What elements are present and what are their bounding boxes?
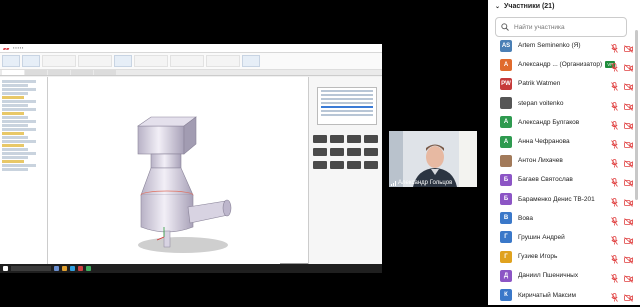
shared-screen: ▰▰ ▪ ▪ ▪ ▪ ▪ — [0, 44, 382, 273]
participant-row[interactable]: А Анна Чефранова — [488, 132, 633, 151]
participant-name: Гузиев Игорь — [518, 253, 558, 261]
participants-panel: ⌄ Участники (21) Найти участника AS Artem… — [488, 0, 640, 305]
avatar: Д — [500, 269, 512, 282]
avatar: Г — [500, 231, 512, 244]
avatar: А — [500, 58, 512, 71]
participant-name-label: Александр Гольцов — [391, 180, 452, 186]
menu-bar: ▪ ▪ ▪ ▪ ▪ — [13, 46, 24, 50]
participant-row[interactable]: А Александр Булгаков — [488, 113, 633, 132]
solidworks-body — [0, 77, 382, 273]
avatar: В — [500, 212, 512, 225]
ribbon-group — [170, 55, 204, 67]
command-tab — [71, 70, 93, 75]
participant-row[interactable]: AS Artem Seminenko (Я) — [488, 36, 633, 55]
avatar: К — [500, 289, 512, 302]
avatar: PW — [500, 77, 512, 90]
participant-video-tile[interactable]: Александр Гольцов — [389, 131, 477, 187]
participant-row[interactable]: Б Багаев Святослав — [488, 170, 633, 189]
chevron-down-icon[interactable]: ⌄ — [495, 3, 500, 10]
taskbar-icon — [62, 266, 67, 271]
participant-name: Багаев Святослав — [518, 176, 573, 184]
avatar — [500, 154, 512, 167]
feature-tree — [0, 77, 48, 264]
participant-row[interactable]: Д Даниил Пшеничных — [488, 266, 633, 285]
avatar: А — [500, 135, 512, 148]
taskbar-icon — [70, 266, 75, 271]
solidworks-titlebar: ▰▰ ▪ ▪ ▪ ▪ ▪ — [0, 44, 382, 53]
participant-row[interactable]: stepan voitenko — [488, 94, 633, 113]
participant-name: Artem Seminenko (Я) — [518, 42, 581, 50]
audio-level-icon — [391, 180, 396, 186]
participants-header[interactable]: ⌄ Участники (21) — [488, 0, 640, 12]
participant-name: Даниил Пшеничных — [518, 272, 579, 280]
participant-row[interactable]: Антон Лихачев — [488, 151, 633, 170]
windows-start-icon — [3, 266, 8, 271]
search-icon — [501, 23, 509, 31]
avatar: А — [500, 116, 512, 129]
participant-name: Вова — [518, 214, 533, 222]
ribbon-group — [206, 55, 240, 67]
taskbar-icon — [86, 266, 91, 271]
participant-name: Александр Булгаков — [518, 118, 580, 126]
participant-name: Антон Лихачев — [518, 157, 563, 165]
participant-row[interactable]: К Киричатый Максим — [488, 285, 633, 304]
participant-row[interactable]: В Вова — [488, 209, 633, 228]
ribbon-button — [114, 55, 132, 67]
participant-row[interactable]: А Александр ... (Организатор) VR — [488, 55, 633, 74]
participant-name: Бараменко Денис ТВ-201 — [518, 195, 595, 203]
participant-name: Patrik Watmen — [518, 80, 561, 88]
solidworks-logo: ▰▰ — [3, 45, 10, 51]
ribbon-group — [42, 55, 76, 67]
3d-model — [137, 116, 232, 253]
command-tab — [25, 70, 47, 75]
mic-off-icon[interactable] — [611, 289, 618, 307]
participant-row[interactable]: Б Бараменко Денис ТВ-201 — [488, 190, 633, 209]
scrollbar[interactable] — [635, 30, 638, 200]
windows-taskbar — [0, 264, 382, 273]
participants-list: AS Artem Seminenko (Я) А Александр ... (Орг… — [488, 36, 633, 305]
participant-name: Киричатый Максим — [518, 291, 576, 299]
participant-row[interactable]: Г Грушин Андрей — [488, 228, 633, 247]
search-placeholder: Найти участника — [514, 23, 565, 31]
participant-name: Александр ... (Организатор) — [518, 61, 603, 69]
taskbar-search — [11, 266, 51, 271]
task-pane — [308, 77, 382, 264]
taskbar-icon — [78, 266, 83, 271]
3d-viewport[interactable] — [48, 77, 344, 273]
ribbon-button — [242, 55, 260, 67]
command-tab — [2, 70, 24, 75]
meeting-stage: ▰▰ ▪ ▪ ▪ ▪ ▪ Александр Гольцов — [0, 0, 488, 305]
avatar: AS — [500, 39, 512, 52]
command-ribbon — [0, 53, 382, 70]
avatar — [500, 97, 512, 110]
ribbon-button — [2, 55, 20, 67]
avatar: Г — [500, 250, 512, 263]
participant-name: Анна Чефранова — [518, 138, 570, 146]
participant-video-frame — [389, 131, 477, 187]
avatar: Б — [500, 173, 512, 186]
participants-title: Участники (21) — [504, 2, 555, 10]
ribbon-group — [134, 55, 168, 67]
participant-row[interactable]: Г Гузиев Игорь — [488, 247, 633, 266]
camera-off-icon[interactable] — [624, 289, 633, 307]
command-tab — [48, 70, 70, 75]
ribbon-group — [78, 55, 112, 67]
participant-name: stepan voitenko — [518, 99, 564, 107]
participant-row[interactable]: PW Patrik Watmen — [488, 74, 633, 93]
avatar: Б — [500, 193, 512, 206]
task-pane-list — [317, 87, 377, 125]
participant-search-field[interactable]: Найти участника — [495, 17, 627, 37]
ribbon-button — [22, 55, 40, 67]
participant-media-icons — [611, 289, 633, 307]
taskbar-icon — [54, 266, 59, 271]
command-tabs — [0, 70, 382, 76]
command-tab — [94, 70, 116, 75]
task-pane-icons — [313, 135, 378, 169]
participant-name: Александр Гольцов — [398, 180, 453, 186]
participant-name: Грушин Андрей — [518, 233, 565, 241]
